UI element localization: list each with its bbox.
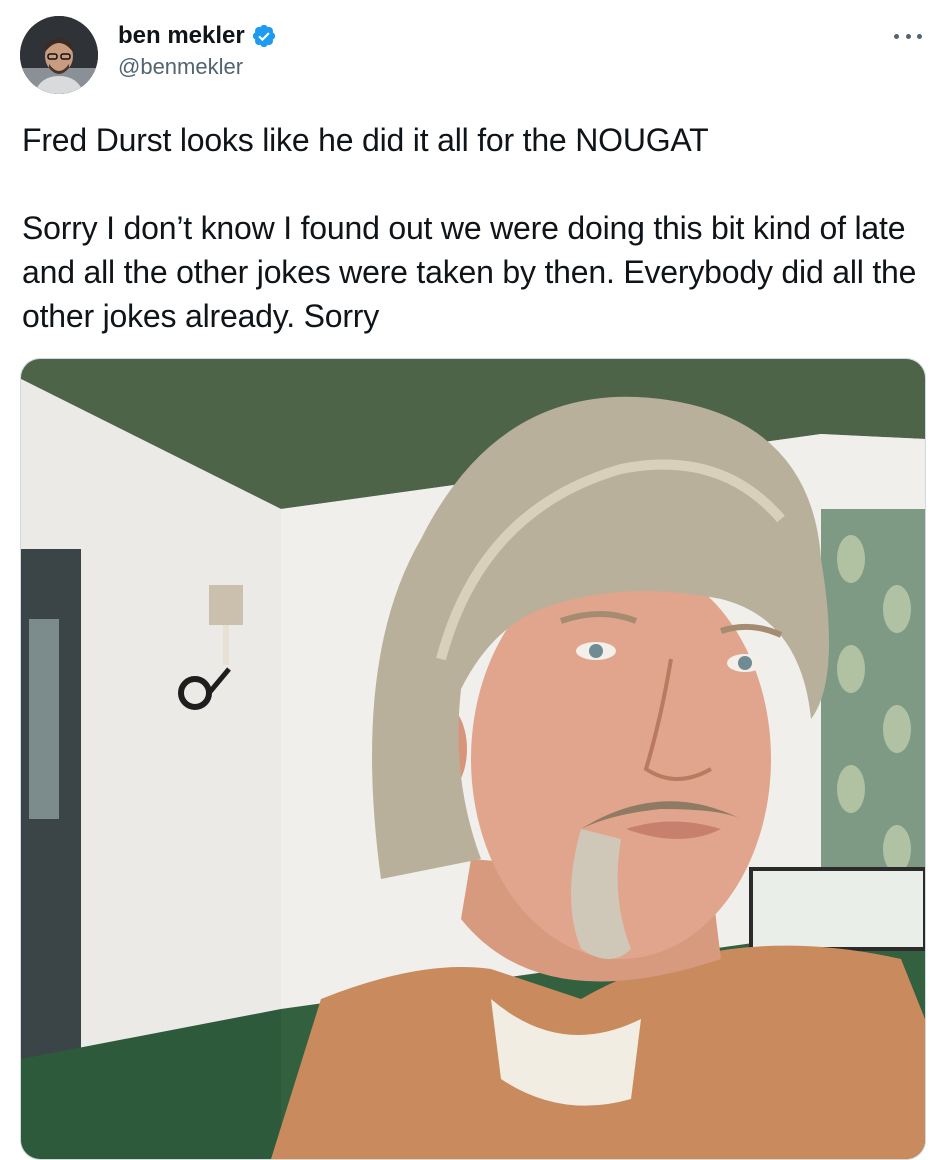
- author-display-name[interactable]: ben mekler: [118, 20, 245, 52]
- more-dot: [894, 33, 899, 39]
- author-info: ben mekler @benmekler: [118, 20, 277, 82]
- display-name-row: ben mekler: [118, 20, 277, 52]
- tweet-photo[interactable]: [20, 358, 926, 1160]
- more-dot: [917, 33, 922, 39]
- verified-badge-icon: [251, 23, 277, 49]
- more-horizontal-icon[interactable]: [894, 24, 922, 48]
- more-dot: [905, 33, 911, 39]
- tweet-text: Fred Durst looks like he did it all for …: [22, 122, 917, 334]
- author-handle[interactable]: @benmekler: [118, 52, 277, 82]
- avatar-image: [20, 16, 98, 94]
- author-avatar[interactable]: [20, 16, 98, 94]
- tweet-card: ben mekler @benmekler Fred Durst looks l…: [0, 0, 940, 1160]
- photo-illustration: [21, 359, 925, 1159]
